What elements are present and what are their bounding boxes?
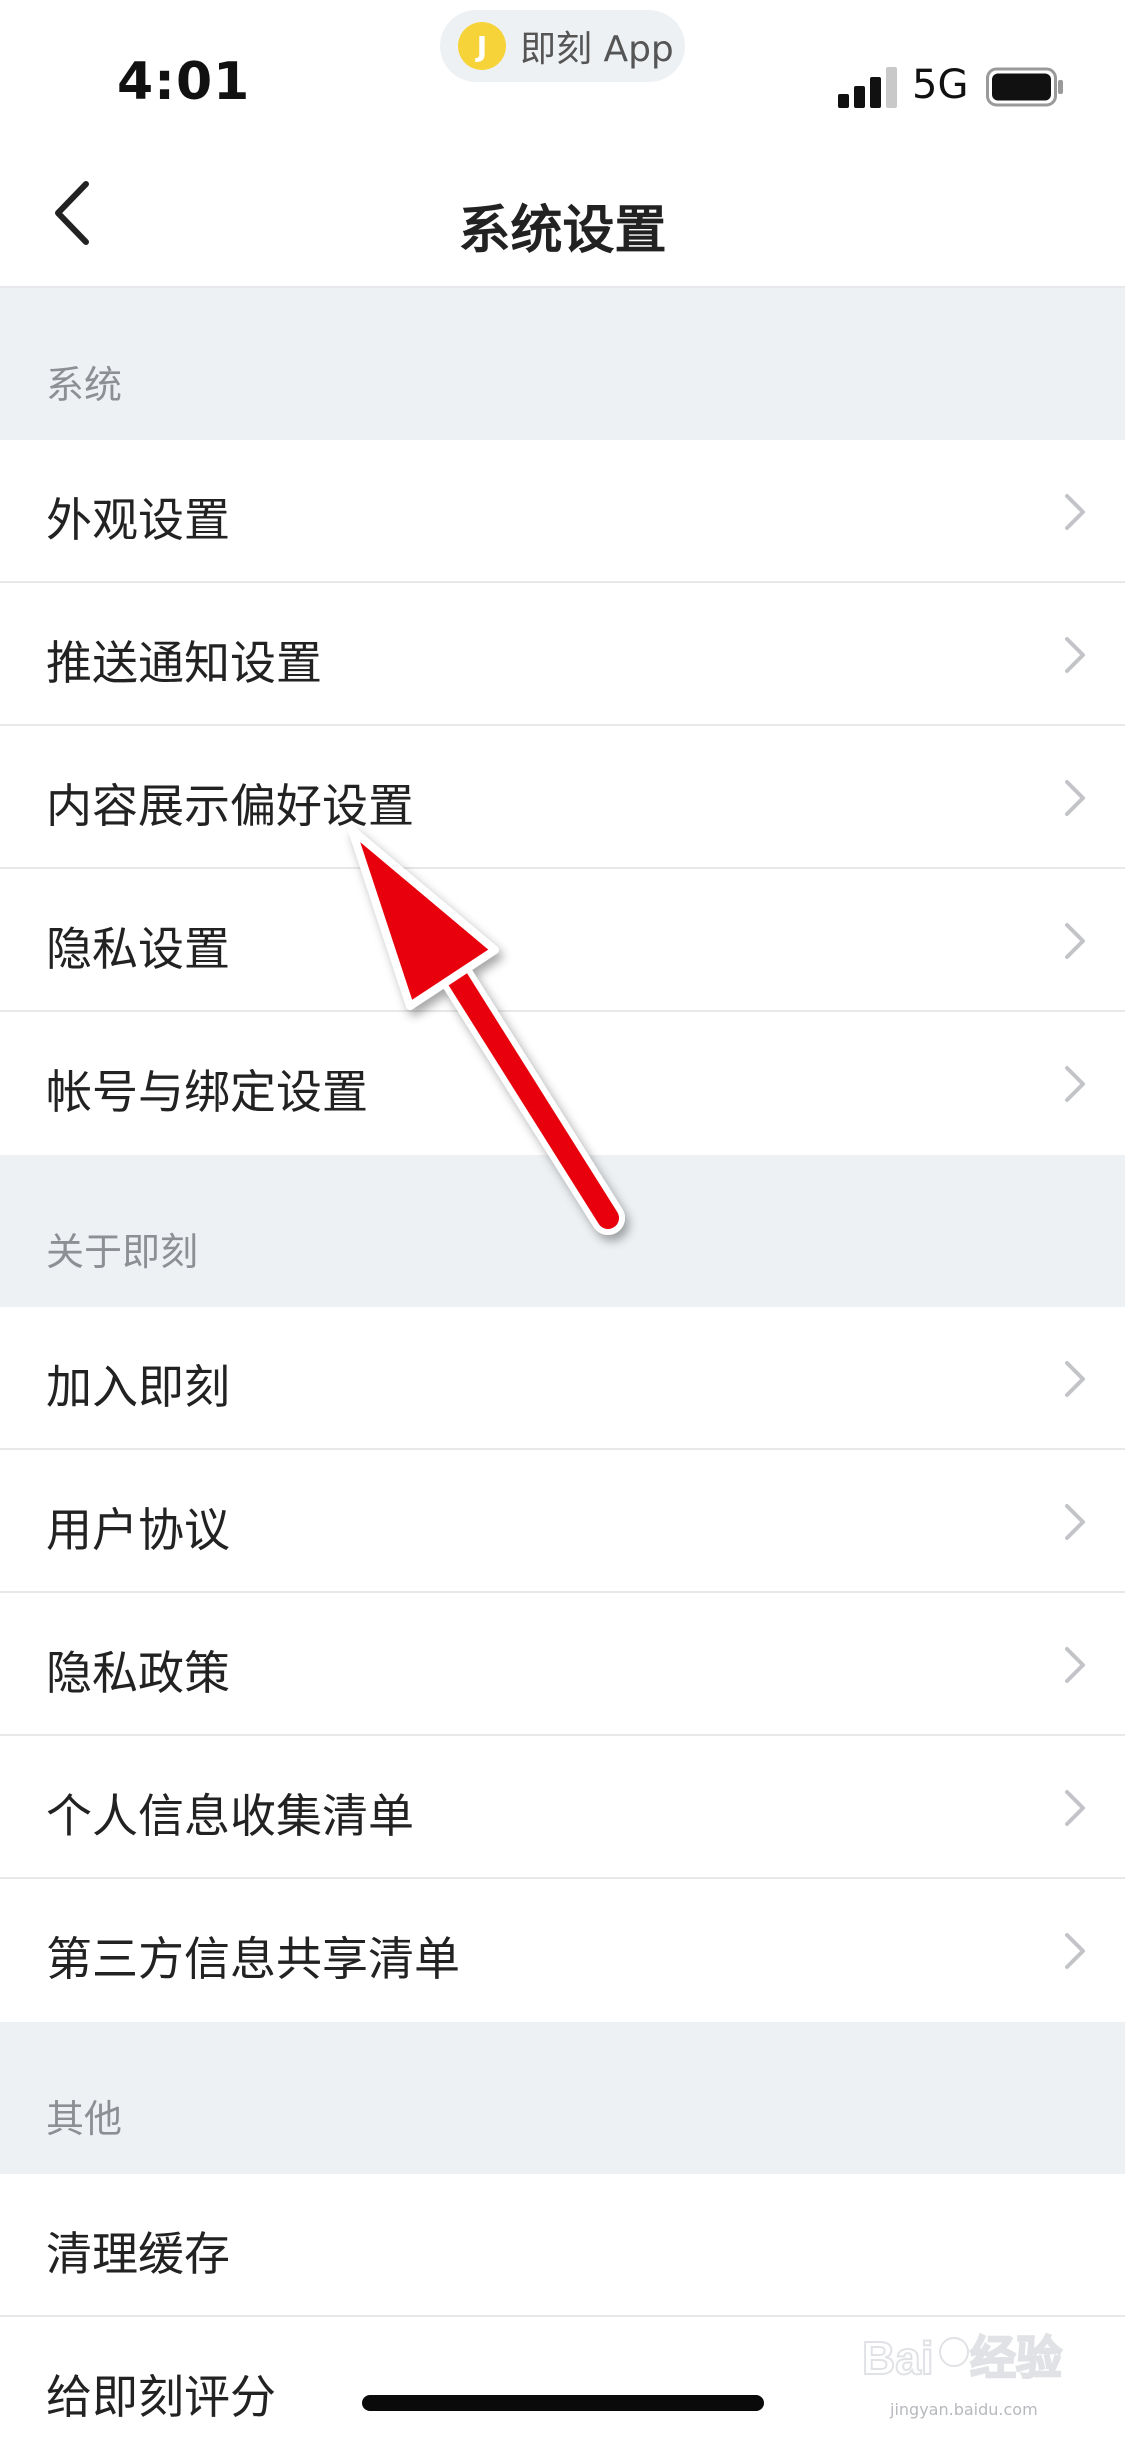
section-title: 系统 <box>46 363 123 407</box>
svg-text:经验: 经验 <box>970 2332 1062 2384</box>
row-label: 帐号与绑定设置 <box>46 1065 368 1119</box>
baidu-watermark-logo: Bai 经验 <box>862 2331 1063 2385</box>
chevron-right-icon <box>1065 1933 1085 1969</box>
svg-text:Bai: Bai <box>862 2332 934 2384</box>
row-label: 第三方信息共享清单 <box>46 1932 460 1986</box>
page-title: 系统设置 <box>458 201 667 261</box>
chevron-right-icon <box>1065 1647 1085 1683</box>
chevron-right-icon <box>1065 1361 1085 1397</box>
home-indicator[interactable] <box>362 2395 764 2411</box>
row-label: 加入即刻 <box>46 1360 230 1414</box>
chevron-right-icon <box>1065 637 1085 673</box>
row-label: 外观设置 <box>46 493 230 547</box>
row-label: 个人信息收集清单 <box>46 1789 414 1843</box>
settings-row-user-agreement[interactable]: 用户协议 <box>0 1450 1125 1593</box>
chevron-right-icon <box>1065 1066 1085 1102</box>
settings-row-privacy-policy[interactable]: 隐私政策 <box>0 1593 1125 1736</box>
row-label: 推送通知设置 <box>46 636 322 690</box>
row-label: 隐私政策 <box>46 1646 230 1700</box>
row-label: 用户协议 <box>46 1503 230 1557</box>
watermark-url: jingyan.baidu.com <box>890 2400 1038 2419</box>
status-time: 4:01 <box>117 52 251 112</box>
active-app-name: 即刻 App <box>520 29 674 70</box>
chevron-right-icon <box>1065 923 1085 959</box>
section-title: 关于即刻 <box>46 1230 199 1274</box>
battery-icon <box>986 67 1063 107</box>
chevron-right-icon <box>1065 1504 1085 1540</box>
chevron-right-icon <box>1065 1790 1085 1826</box>
settings-list: 系统 外观设置 推送通知设置 内容展示偏好设置 隐私设置 帐号与绑定设置 关于即… <box>0 288 1125 2460</box>
settings-row-personal-info-list[interactable]: 个人信息收集清单 <box>0 1736 1125 1879</box>
cellular-signal-icon <box>838 67 897 108</box>
jike-logo-icon: J <box>458 22 506 70</box>
settings-row-content-preferences[interactable]: 内容展示偏好设置 <box>0 726 1125 869</box>
section-header-other: 其他 <box>0 2022 1125 2174</box>
row-label: 隐私设置 <box>46 922 230 976</box>
section-header-system: 系统 <box>0 288 1125 440</box>
navigation-bar: 系统设置 <box>0 140 1125 288</box>
status-bar: 4:01 J 即刻 App 5G <box>0 0 1125 140</box>
row-label: 内容展示偏好设置 <box>46 779 414 833</box>
chevron-right-icon <box>1065 494 1085 530</box>
network-type: 5G <box>912 62 969 108</box>
settings-row-join[interactable]: 加入即刻 <box>0 1307 1125 1450</box>
settings-row-clear-cache[interactable]: 清理缓存 <box>0 2174 1125 2317</box>
section-header-about: 关于即刻 <box>0 1155 1125 1307</box>
settings-row-privacy[interactable]: 隐私设置 <box>0 869 1125 1012</box>
chevron-right-icon <box>1065 780 1085 816</box>
settings-row-appearance[interactable]: 外观设置 <box>0 440 1125 583</box>
settings-row-push-notifications[interactable]: 推送通知设置 <box>0 583 1125 726</box>
settings-row-account-binding[interactable]: 帐号与绑定设置 <box>0 1012 1125 1155</box>
row-label: 给即刻评分 <box>46 2370 276 2424</box>
active-app-pill[interactable]: J 即刻 App <box>440 10 685 82</box>
row-label: 清理缓存 <box>46 2227 230 2281</box>
section-title: 其他 <box>46 2097 123 2141</box>
settings-row-third-party-sharing[interactable]: 第三方信息共享清单 <box>0 1879 1125 2022</box>
